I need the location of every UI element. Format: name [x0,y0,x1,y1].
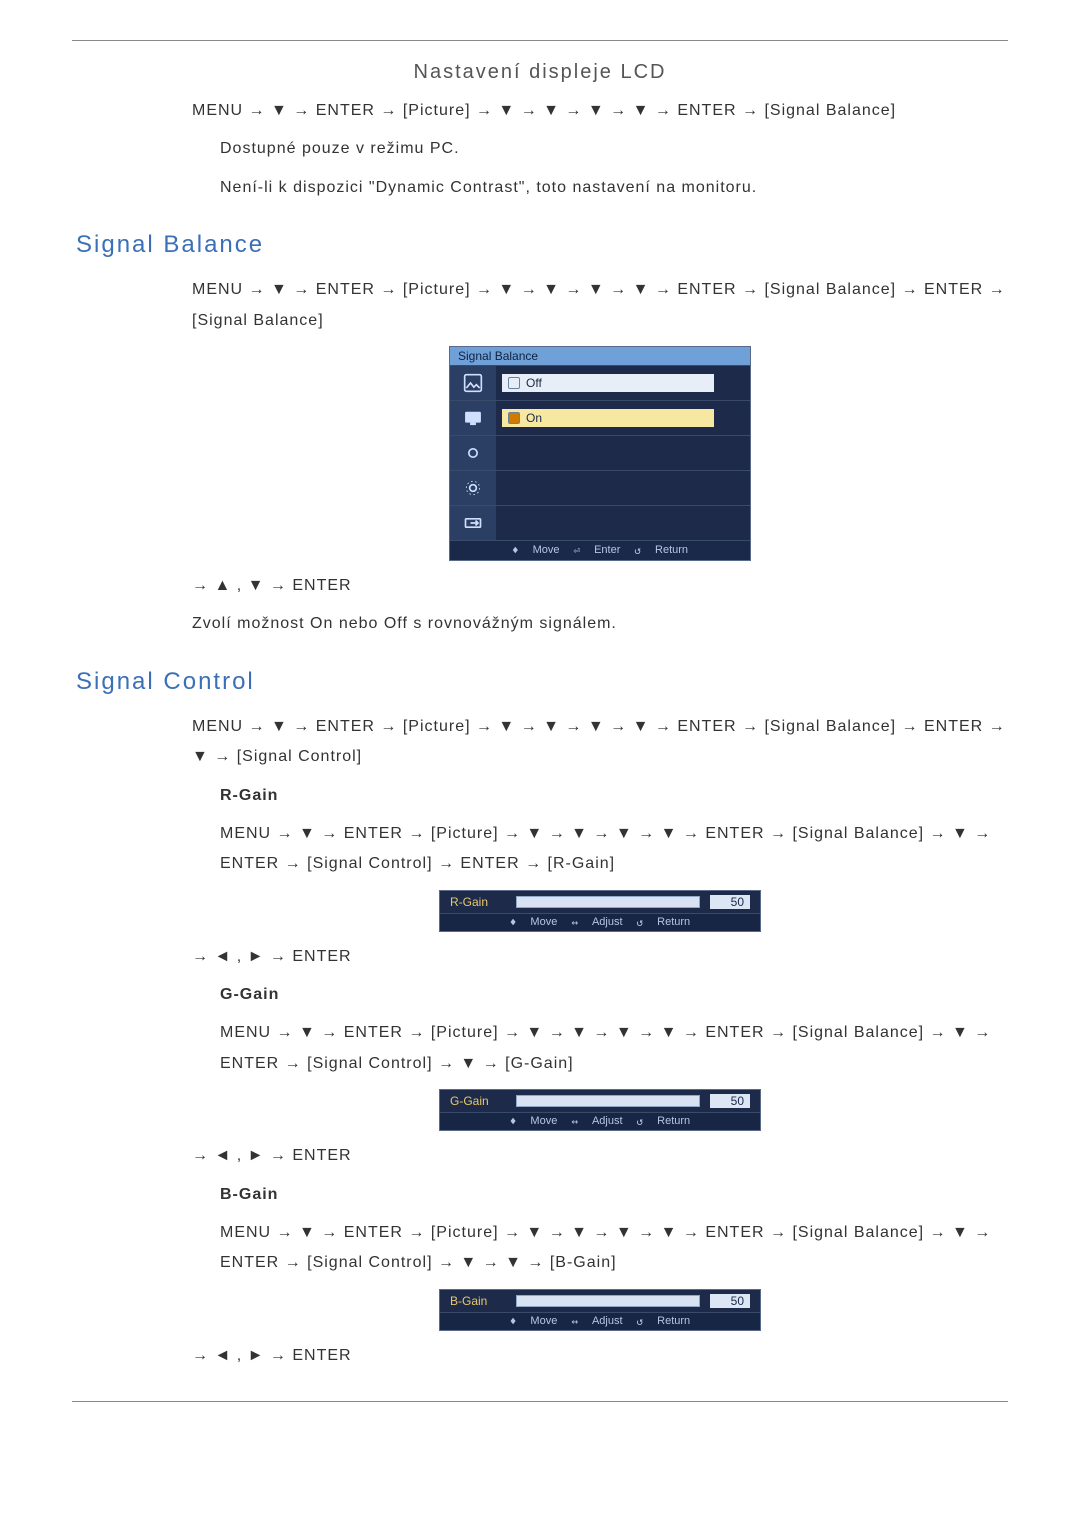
heading-b-gain: B-Gain [220,1180,1008,1210]
section-title-signal-balance: Signal Balance [76,231,1008,259]
slider-footer-r: ♦ Move ↔ Adjust ↺ Return [440,913,760,931]
menu-row-blank-3 [450,505,750,540]
footer-move-r: Move [530,916,557,929]
footer-adjust-b: Adjust [592,1315,623,1328]
radio-icon [508,377,520,389]
menu-icon-picture [450,366,496,400]
footer-adjust-icon: ↔ [571,1315,578,1328]
slider-value-g: 50 [710,1094,750,1108]
menu-row-blank-2 [450,470,750,505]
heading-g-gain: G-Gain [220,980,1008,1010]
nav-path-signal-control: MENU → ▼ → ENTER → [Picture] → ▼ → ▼ → ▼… [192,712,1008,773]
menu-row-blank-1 [450,435,750,470]
footer-adjust-icon: ↔ [571,1115,578,1128]
nav-path-r-gain: MENU → ▼ → ENTER → [Picture] → ▼ → ▼ → ▼… [220,819,1008,880]
footer-move-icon: ♦ [510,916,517,929]
footer-adjust-g: Adjust [592,1115,623,1128]
slider-r-gain[interactable]: R-Gain 50 ♦ Move ↔ Adjust ↺ Return [439,890,761,932]
slider-label-b: B-Gain [450,1294,506,1308]
menu-footer: ♦ Move ⏎ Enter ↺ Return [450,540,750,560]
slider-footer-g: ♦ Move ↔ Adjust ↺ Return [440,1112,760,1130]
section-title-signal-control: Signal Control [76,668,1008,696]
availability-note: Dostupné pouze v režimu PC. [220,134,1008,164]
slider-g-gain[interactable]: G-Gain 50 ♦ Move ↔ Adjust ↺ Return [439,1089,761,1131]
footer-rule [72,1401,1008,1403]
slider-label-g: G-Gain [450,1094,506,1108]
footer-return-r: Return [657,916,690,929]
footer-move-icon: ♦ [510,1115,517,1128]
menu-icon-screen [450,401,496,435]
footer-return-icon: ↺ [637,916,644,929]
footer-return: Return [655,544,688,557]
footer-adjust-r: Adjust [592,916,623,929]
footer-enter-icon: ⏎ [573,544,580,557]
option-on-label: On [526,411,542,425]
slider-b-gain[interactable]: B-Gain 50 ♦ Move ↔ Adjust ↺ Return [439,1289,761,1331]
option-off-label: Off [526,376,542,390]
nav-path-g-gain: MENU → ▼ → ENTER → [Picture] → ▼ → ▼ → ▼… [220,1018,1008,1079]
slider-track-b[interactable] [516,1295,700,1307]
footer-return-icon: ↺ [637,1115,644,1128]
page-header-title: Nastavení displeje LCD [72,61,1008,84]
heading-r-gain: R-Gain [220,781,1008,811]
footer-adjust-icon: ↔ [571,916,578,929]
signal-balance-menu: Signal Balance Off On [449,346,751,561]
slider-value-r: 50 [710,895,750,909]
menu-icon-input [450,506,496,540]
slider-track-g[interactable] [516,1095,700,1107]
radio-icon-on [508,412,520,424]
slider-label-r: R-Gain [450,895,506,909]
menu-row-off[interactable]: Off [450,365,750,400]
purpose-note: Není-li k dispozici "Dynamic Contrast", … [220,173,1008,203]
signal-balance-menu-title: Signal Balance [450,347,750,365]
nav-path-top: MENU → ▼ → ENTER → [Picture] → ▼ → ▼ → ▼… [192,96,1008,126]
menu-icon-dot [450,436,496,470]
menu-row-on[interactable]: On [450,400,750,435]
footer-move-icon: ♦ [512,544,519,557]
footer-return-b: Return [657,1315,690,1328]
nav-path-signal-balance: MENU → ▼ → ENTER → [Picture] → ▼ → ▼ → ▼… [192,275,1008,336]
footer-move: Move [533,544,560,557]
footer-move-icon: ♦ [510,1315,517,1328]
footer-return-icon: ↺ [634,544,641,557]
note-signal-balance: Zvolí možnost On nebo Off s rovnovážným … [192,609,1008,639]
footer-enter: Enter [594,544,620,557]
slider-track-r[interactable] [516,896,700,908]
slider-value-b: 50 [710,1294,750,1308]
footer-move-g: Move [530,1115,557,1128]
nav-keys-g: → ◄ , ► → ENTER [192,1141,1008,1171]
slider-footer-b: ♦ Move ↔ Adjust ↺ Return [440,1312,760,1330]
nav-keys-b: → ◄ , ► → ENTER [192,1341,1008,1371]
footer-return-g: Return [657,1115,690,1128]
nav-keys-r: → ◄ , ► → ENTER [192,942,1008,972]
footer-return-icon: ↺ [637,1315,644,1328]
footer-move-b: Move [530,1315,557,1328]
menu-icon-gear [450,471,496,505]
nav-path-b-gain: MENU → ▼ → ENTER → [Picture] → ▼ → ▼ → ▼… [220,1218,1008,1279]
nav-keys-signal-balance: → ▲ , ▼ → ENTER [192,571,1008,601]
